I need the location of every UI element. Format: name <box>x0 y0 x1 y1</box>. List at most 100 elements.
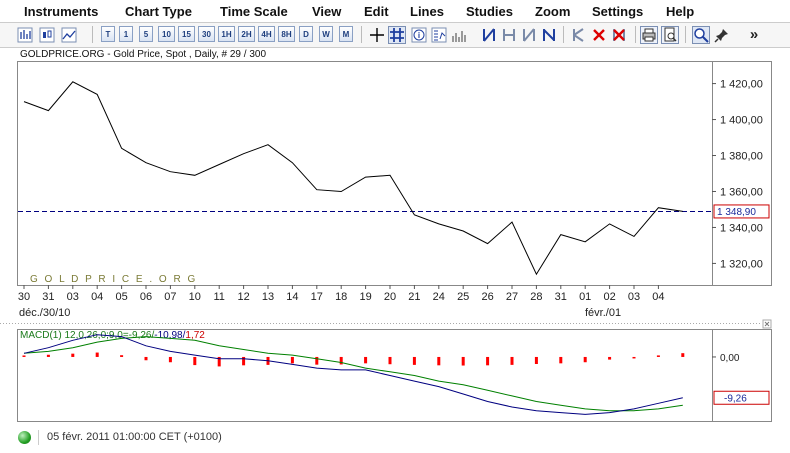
price-x-axis: 30 31 03 04 05 06 07 10 11 12 13 14 17 18 19 20 21 24 25 26… <box>18 285 665 303</box>
macd-histogram-bar <box>120 355 124 357</box>
price-x-tick-label: 25 <box>457 291 469 303</box>
price-chart[interactable]: G O L D P R I C E . O R G 1 320,00 1 340,… <box>0 60 790 330</box>
crosshair-icon[interactable] <box>368 25 386 44</box>
macd-histogram-bar <box>95 352 99 357</box>
toolbar-separator <box>92 26 93 43</box>
menu-time-scale[interactable]: Time Scale <box>220 4 288 19</box>
macd-histogram-bar <box>437 356 441 366</box>
menu-help[interactable]: Help <box>666 4 694 19</box>
toolbar-separator <box>635 26 636 43</box>
price-x-tick-label: 21 <box>408 291 420 303</box>
price-y-tick-label: 1 340,00 <box>720 222 763 234</box>
menu-lines[interactable]: Lines <box>410 4 444 19</box>
price-x-tick-label: 10 <box>189 291 201 303</box>
price-x-tick-label: 04 <box>91 291 103 303</box>
price-x-tick-label: 13 <box>262 291 274 303</box>
macd-histogram-bar <box>364 356 368 364</box>
price-y-tick-label: 1 320,00 <box>720 258 763 270</box>
toolbar-separator <box>361 26 362 43</box>
candlestick-chart-icon[interactable] <box>38 25 56 44</box>
price-x-tick-label: 31 <box>42 291 54 303</box>
connection-status-icon <box>18 431 31 444</box>
menu-studies[interactable]: Studies <box>466 4 513 19</box>
macd-histogram-bar <box>22 355 26 357</box>
price-y-tick-label: 1 360,00 <box>720 186 763 198</box>
macd-histogram-bar <box>46 354 50 357</box>
draw-line-icon[interactable] <box>480 25 498 44</box>
macd-histogram-bar <box>242 356 246 366</box>
menu-instruments[interactable]: Instruments <box>24 4 98 19</box>
svg-text:i: i <box>418 31 420 40</box>
macd-zero-label: 0,00 <box>720 353 740 364</box>
price-x-tick-label: 03 <box>67 291 79 303</box>
price-y-axis: 1 320,00 1 340,00 1 360,00 1 380,00 1 400,00… <box>712 79 763 270</box>
macd-histogram-bar <box>144 356 148 361</box>
macd-histogram-bar <box>534 356 538 364</box>
period-button-t[interactable]: T <box>101 26 115 42</box>
macd-histogram-bar <box>193 356 197 366</box>
macd-histogram-bar <box>608 356 612 360</box>
period-button-15[interactable]: 15 <box>178 26 195 42</box>
price-x-tick-label: 01 <box>579 291 591 303</box>
price-x-tick-label: 24 <box>433 291 445 303</box>
macd-histogram-bar <box>315 356 319 365</box>
macd-histogram-bar <box>510 356 514 365</box>
macd-histogram-bar <box>559 356 563 364</box>
menu-settings[interactable]: Settings <box>592 4 643 19</box>
price-x-tick-label: 04 <box>652 291 664 303</box>
price-x-tick-label: 20 <box>384 291 396 303</box>
delete-object-icon[interactable] <box>590 25 608 44</box>
bar-chart-icon[interactable] <box>16 25 34 44</box>
channel-icon[interactable] <box>520 25 538 44</box>
period-button-d[interactable]: D <box>299 26 313 42</box>
period-button-w[interactable]: W <box>319 26 333 42</box>
price-x-tick-label: 30 <box>18 291 30 303</box>
line-chart-icon[interactable] <box>60 25 78 44</box>
price-x-tick-label: 11 <box>213 291 224 303</box>
menu-zoom[interactable]: Zoom <box>535 4 570 19</box>
price-x-tick-label: 05 <box>115 291 127 303</box>
menu-view[interactable]: View <box>312 4 341 19</box>
macd-plot-frame <box>17 329 772 422</box>
grid-icon[interactable] <box>388 25 406 44</box>
macd-histogram-bar <box>583 356 587 363</box>
price-y-tick-label: 1 380,00 <box>720 151 763 163</box>
period-button-30[interactable]: 30 <box>198 26 215 42</box>
select-object-icon[interactable] <box>570 25 588 44</box>
print-preview-icon[interactable] <box>661 25 679 44</box>
toolbar-expand-icon[interactable]: » <box>745 25 763 44</box>
chart-title: GOLDPRICE.ORG - Gold Price, Spot , Daily… <box>20 49 267 60</box>
price-y-tick-label: 1 420,00 <box>720 79 763 91</box>
pane-splitter[interactable] <box>0 319 790 329</box>
price-x-tick-label: 03 <box>628 291 640 303</box>
trend-line-icon[interactable] <box>500 25 518 44</box>
data-window-icon[interactable] <box>430 25 448 44</box>
price-x-tick-label: 17 <box>311 291 323 303</box>
menu-bar: Instruments Chart Type Time Scale View E… <box>0 0 790 22</box>
info-icon[interactable]: i <box>410 25 428 44</box>
print-icon[interactable] <box>640 25 658 44</box>
delete-all-icon[interactable] <box>610 25 628 44</box>
price-x-tick-label: 31 <box>555 291 567 303</box>
period-button-5[interactable]: 5 <box>139 26 153 42</box>
fibonacci-icon[interactable] <box>540 25 558 44</box>
pin-icon[interactable] <box>713 25 731 44</box>
period-button-4h[interactable]: 4H <box>258 26 275 42</box>
price-x-tick-label: 14 <box>286 291 298 303</box>
period-button-1h[interactable]: 1H <box>218 26 235 42</box>
zoom-icon[interactable] <box>692 25 710 44</box>
price-x-tick-label: 27 <box>506 291 518 303</box>
macd-value-label: -9,26 <box>724 393 747 404</box>
toolbar-separator <box>563 26 564 43</box>
macd-histogram-bar <box>290 356 294 364</box>
toolbar-separator <box>685 26 686 43</box>
period-button-8h[interactable]: 8H <box>278 26 295 42</box>
period-button-1[interactable]: 1 <box>119 26 133 42</box>
menu-edit[interactable]: Edit <box>364 4 389 19</box>
period-button-10[interactable]: 10 <box>158 26 175 42</box>
macd-chart[interactable]: 0,00 -9,26 <box>0 329 790 424</box>
period-button-2h[interactable]: 2H <box>238 26 255 42</box>
period-button-m[interactable]: M <box>339 26 353 42</box>
menu-chart-type[interactable]: Chart Type <box>125 4 192 19</box>
volume-icon[interactable] <box>450 25 468 44</box>
